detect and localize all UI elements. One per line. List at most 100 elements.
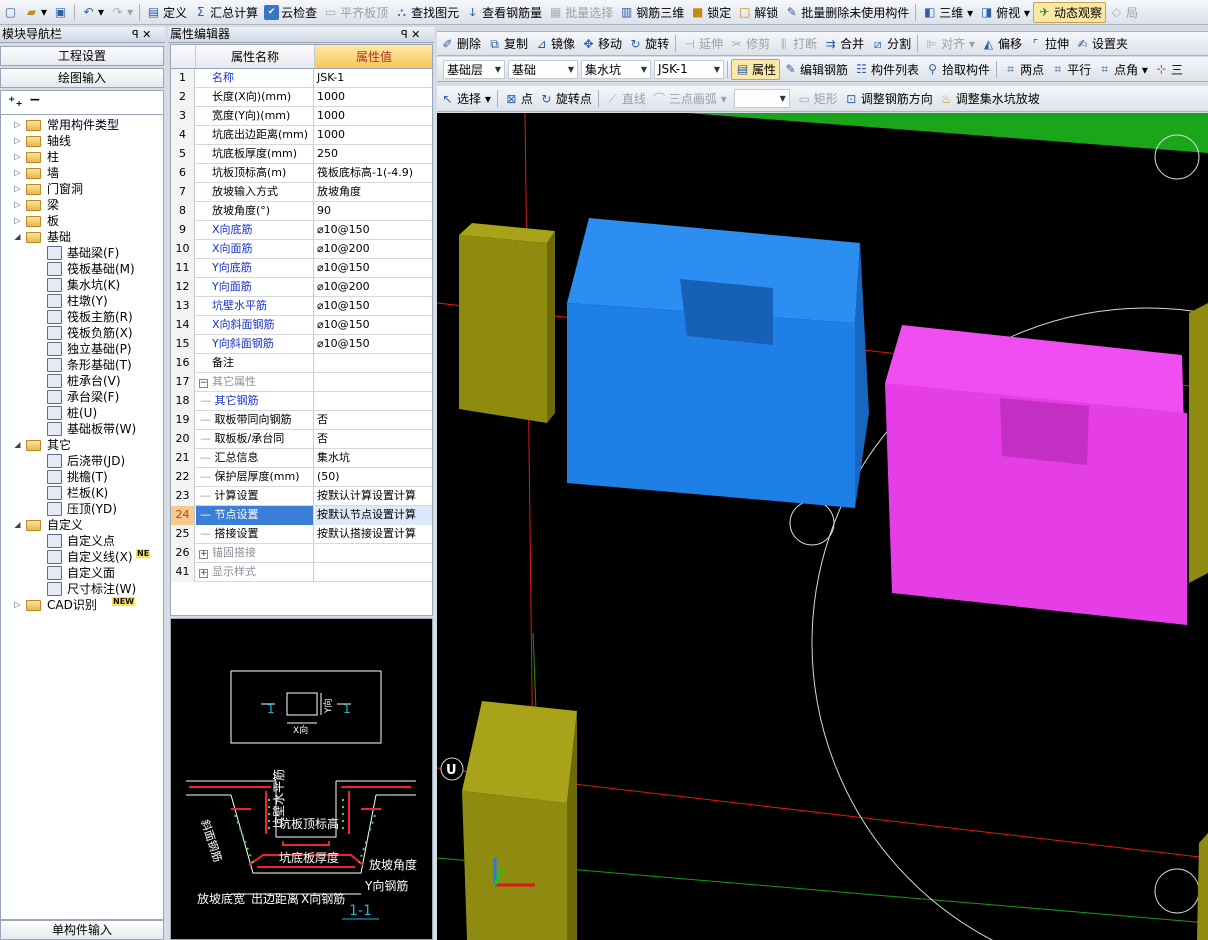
collapse-icon[interactable]: −	[199, 379, 208, 388]
property-value-cell[interactable]: 按默认计算设置计算	[315, 487, 432, 506]
property-value-cell[interactable]: 1000	[315, 126, 432, 145]
property-row[interactable]: 10 X向面筋 ⌀10@200	[171, 240, 432, 259]
property-row[interactable]: 15 Y向斜面钢筋 ⌀10@150	[171, 335, 432, 354]
name-dropdown[interactable]: JSK-1 ▼	[654, 59, 724, 79]
property-row[interactable]: 16 备注	[171, 354, 432, 373]
expand-icon[interactable]: +	[199, 569, 208, 578]
property-value-cell[interactable]	[315, 354, 432, 373]
break-button[interactable]: ⫼ 打断	[773, 33, 820, 54]
tree-item[interactable]: 挑檐(T)	[1, 469, 163, 485]
sum-button[interactable]: Σ 汇总计算	[190, 2, 261, 23]
property-row[interactable]: 23— 计算设置 按默认计算设置计算	[171, 487, 432, 506]
tree-folder[interactable]: ▷ 梁	[1, 197, 163, 213]
collapse-icon[interactable]: ◢	[13, 229, 22, 245]
orbit-handle[interactable]	[789, 500, 835, 546]
property-row[interactable]: 4 坑底出边距离(mm) 1000	[171, 126, 432, 145]
adjust-pit-slope-button[interactable]: ♨ 调整集水坑放坡	[936, 88, 1043, 109]
define-button[interactable]: ▤ 定义	[143, 2, 190, 23]
tree-item[interactable]: 条形基础(T)	[1, 357, 163, 373]
tree-item[interactable]: 筏板基础(M)	[1, 261, 163, 277]
unlock-button[interactable]: □ 解锁	[734, 2, 781, 23]
delete-button[interactable]: ✐ 删除	[437, 33, 484, 54]
property-value-cell[interactable]: JSK-1	[315, 69, 432, 88]
rotate-button[interactable]: ↻ 旋转	[625, 33, 672, 54]
split-button[interactable]: ⧄ 分割	[867, 33, 914, 54]
property-row[interactable]: 21— 汇总信息 集水坑	[171, 449, 432, 468]
project-settings-button[interactable]: 工程设置	[0, 46, 164, 66]
point-angle-button[interactable]: ⌗ 点角 ▾	[1094, 59, 1151, 80]
collapse-icon[interactable]: ◢	[13, 517, 22, 533]
adjust-rebar-dir-button[interactable]: ⊡ 调整钢筋方向	[841, 88, 936, 109]
copy-button[interactable]: ⧉ 复制	[484, 33, 531, 54]
three-point-button[interactable]: ⊹ 三	[1151, 59, 1186, 80]
property-value-cell[interactable]: 放坡角度	[315, 183, 432, 202]
tree-folder[interactable]: ◢ 基础	[1, 229, 163, 245]
property-row[interactable]: 12 Y向面筋 ⌀10@200	[171, 278, 432, 297]
tree-item[interactable]: 栏板(K)	[1, 485, 163, 501]
select-button[interactable]: ↖ 选择 ▾	[437, 88, 494, 109]
expand-icon[interactable]: +	[199, 550, 208, 559]
pin-close-icon[interactable]: ꟼ ✕	[401, 27, 420, 42]
tree-item[interactable]: 桩承台(V)	[1, 373, 163, 389]
collapse-all-icon[interactable]: −	[29, 92, 41, 108]
view-rebar-button[interactable]: ↆ 查看钢筋量	[462, 2, 545, 23]
property-value-cell[interactable]: ⌀10@150	[315, 221, 432, 240]
tree-item[interactable]: 基础梁(F)	[1, 245, 163, 261]
property-value-cell[interactable]: 集水坑	[315, 449, 432, 468]
dynamic-view-button[interactable]: ✈ 动态观察	[1032, 1, 1106, 23]
tree-folder[interactable]: ◢ 其它	[1, 437, 163, 453]
find-element-button[interactable]: ⛬ 查找图元	[391, 2, 462, 23]
property-row[interactable]: 11 Y向底筋 ⌀10@150	[171, 259, 432, 278]
property-row[interactable]: 2 长度(X向)(mm) 1000	[171, 88, 432, 107]
redo-button[interactable]: ↷ ▾	[107, 2, 136, 23]
expand-icon[interactable]: ▷	[13, 149, 22, 165]
component-list-button[interactable]: ☷ 构件列表	[851, 59, 922, 80]
property-value-cell[interactable]: ⌀10@150	[315, 297, 432, 316]
tree-item[interactable]: 自定义线(X) NE	[1, 549, 163, 565]
property-value-cell[interactable]: 筏板底标高-1(-4.9)	[315, 164, 432, 183]
expand-icon[interactable]: ▷	[13, 165, 22, 181]
tree-folder[interactable]: ▷ 板	[1, 213, 163, 229]
edit-rebar-button[interactable]: ✎ 编辑钢筋	[780, 59, 851, 80]
partial-3d-button[interactable]: ◇ 局	[1106, 2, 1141, 23]
property-row[interactable]: 26 + 锚固搭接	[171, 544, 432, 563]
save-button[interactable]: ▣	[50, 2, 71, 23]
property-value-cell[interactable]: 1000	[315, 107, 432, 126]
set-pit-button[interactable]: ✍ 设置夹	[1072, 33, 1131, 54]
trim-button[interactable]: ✂ 修剪	[726, 33, 773, 54]
property-value-cell[interactable]: 否	[315, 430, 432, 449]
pick-component-button[interactable]: ⚲ 拾取构件	[922, 59, 993, 80]
property-row[interactable]: 9 X向底筋 ⌀10@150	[171, 221, 432, 240]
expand-icon[interactable]: ▷	[13, 213, 22, 229]
property-value-cell[interactable]	[315, 392, 432, 411]
property-value-cell[interactable]	[315, 544, 432, 563]
pit-hole-magenta[interactable]	[1000, 398, 1089, 465]
cloud-check-button[interactable]: ✔ 云检查	[261, 2, 320, 23]
top-view-button[interactable]: ◨ 俯视 ▾	[976, 2, 1033, 23]
property-row[interactable]: 20— 取板板/承台同否	[171, 430, 432, 449]
batch-delete-button[interactable]: ✎ 批量删除未使用构件	[781, 2, 912, 23]
expand-icon[interactable]: ▷	[13, 181, 22, 197]
parallel-button[interactable]: ⌗ 平行	[1047, 59, 1094, 80]
tree-item[interactable]: 独立基础(P)	[1, 341, 163, 357]
property-row[interactable]: 41 + 显示样式	[171, 563, 432, 582]
expand-icon[interactable]: ▷	[13, 117, 22, 133]
property-row[interactable]: 3 宽度(Y向)(mm) 1000	[171, 107, 432, 126]
category-dropdown[interactable]: 基础 ▼	[508, 59, 578, 79]
align-slab-button[interactable]: ▭ 平齐板顶	[320, 2, 391, 23]
rotate-point-button[interactable]: ↻ 旋转点	[536, 88, 595, 109]
expand-icon[interactable]: ▷	[13, 597, 22, 613]
pit-hole-blue[interactable]	[680, 279, 773, 345]
align-button[interactable]: ⊫ 对齐 ▾	[921, 33, 978, 54]
move-button[interactable]: ✥ 移动	[578, 33, 625, 54]
property-value-cell[interactable]: ⌀10@200	[315, 278, 432, 297]
tree-item[interactable]: 筏板负筋(X)	[1, 325, 163, 341]
tree-folder[interactable]: ▷ 柱	[1, 149, 163, 165]
tree-item[interactable]: 尺寸标注(W)	[1, 581, 163, 597]
tree-folder[interactable]: ◢ 自定义	[1, 517, 163, 533]
tree-item[interactable]: 基础板带(W)	[1, 421, 163, 437]
tree-item[interactable]: 承台梁(F)	[1, 389, 163, 405]
property-value-cell[interactable]	[315, 563, 432, 582]
extend-button[interactable]: ⊣ 延伸	[679, 33, 726, 54]
lock-button[interactable]: ■ 锁定	[687, 2, 734, 23]
